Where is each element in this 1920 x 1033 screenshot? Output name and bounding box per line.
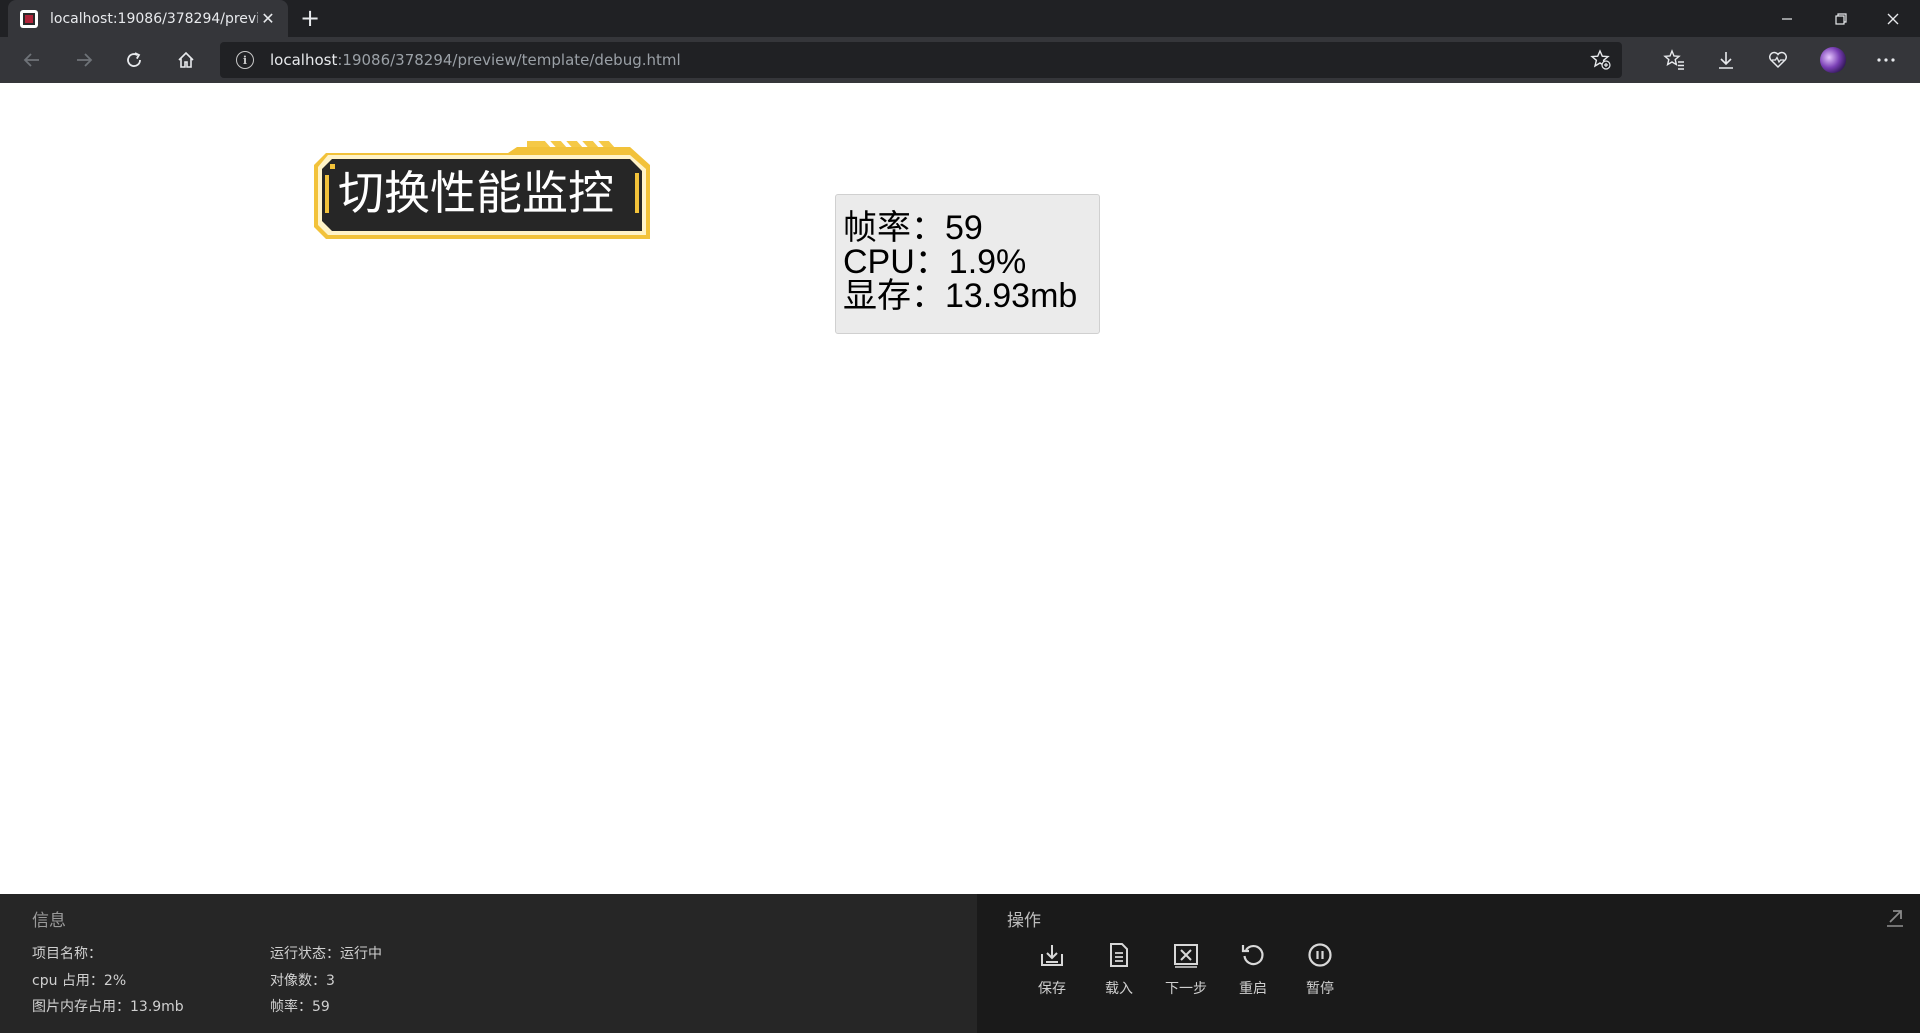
project-name-item: 项目名称： xyxy=(32,946,102,962)
next-step-label: 下一步 xyxy=(1165,981,1207,997)
url-text: localhost:19086/378294/preview/template/… xyxy=(270,51,681,69)
cpu-readout: CPU：1.9% xyxy=(843,243,1027,281)
reload-icon[interactable] xyxy=(118,44,150,76)
file-icon xyxy=(1104,940,1134,970)
new-tab-button[interactable]: + xyxy=(296,4,324,32)
operations-section: 操作 保存 载入 下一步 重启 暂停 xyxy=(977,894,1920,1033)
download-icon xyxy=(1037,940,1067,970)
load-button[interactable]: 载入 xyxy=(1091,940,1147,1000)
perf-monitor-panel: 帧率：59 CPU：1.9% 显存：13.93mb xyxy=(835,194,1100,334)
downloads-icon[interactable] xyxy=(1710,44,1742,76)
pause-label: 暂停 xyxy=(1306,981,1334,997)
fps-item: 帧率：59 xyxy=(270,999,330,1015)
restart-icon xyxy=(1238,940,1268,970)
operations-title: 操作 xyxy=(1007,911,1041,931)
restore-icon[interactable] xyxy=(1814,0,1868,37)
url-host: localhost xyxy=(270,51,338,69)
home-icon[interactable] xyxy=(170,44,202,76)
restart-button[interactable]: 重启 xyxy=(1225,940,1281,1000)
image-memory-item: 图片内存占用：13.9mb xyxy=(32,999,184,1015)
browser-essentials-icon[interactable] xyxy=(1762,44,1794,76)
save-button[interactable]: 保存 xyxy=(1024,940,1080,1000)
fps-readout: 帧率：59 xyxy=(843,209,983,247)
pause-button[interactable]: 暂停 xyxy=(1292,940,1348,1000)
browser-tab-bar: localhost:19086/378294/preview ✕ + xyxy=(0,0,1920,37)
object-count-item: 对像数：3 xyxy=(270,973,335,989)
info-title: 信息 xyxy=(32,911,66,931)
minimize-icon[interactable] xyxy=(1760,0,1814,37)
browser-toolbar: i localhost:19086/378294/preview/templat… xyxy=(0,37,1920,83)
step-box-icon xyxy=(1171,940,1201,970)
url-path: :19086/378294/preview/template/debug.htm… xyxy=(337,51,681,69)
page-content: 切换性能监控 帧率：59 CPU：1.9% 显存：13.93mb xyxy=(0,83,1920,894)
tab-title: localhost:19086/378294/preview xyxy=(50,10,258,27)
address-bar[interactable]: i localhost:19086/378294/preview/templat… xyxy=(220,42,1622,78)
window-close-icon[interactable] xyxy=(1866,0,1920,37)
restart-label: 重启 xyxy=(1239,981,1267,997)
site-info-icon[interactable]: i xyxy=(236,51,254,69)
back-icon[interactable] xyxy=(16,44,48,76)
save-label: 保存 xyxy=(1038,981,1066,997)
pause-circle-icon xyxy=(1305,940,1335,970)
tab-close-icon[interactable]: ✕ xyxy=(258,9,278,28)
browser-tab[interactable]: localhost:19086/378294/preview ✕ xyxy=(8,0,288,37)
profile-avatar[interactable] xyxy=(1817,44,1849,76)
add-favorite-icon[interactable] xyxy=(1590,49,1612,71)
toggle-perf-monitor-label: 切换性能监控 xyxy=(338,166,614,220)
cpu-usage-item: cpu 占用：2% xyxy=(32,973,127,989)
more-menu-icon[interactable] xyxy=(1870,44,1902,76)
vram-readout: 显存：13.93mb xyxy=(843,277,1078,315)
toggle-perf-monitor-button[interactable]: 切换性能监控 xyxy=(312,131,652,239)
site-favicon-icon xyxy=(20,9,38,28)
next-step-button[interactable]: 下一步 xyxy=(1158,940,1214,1000)
info-section: 信息 项目名称： cpu 占用：2% 图片内存占用：13.9mb 运行状态：运行… xyxy=(0,894,977,1033)
forward-icon[interactable] xyxy=(68,44,100,76)
load-label: 载入 xyxy=(1105,981,1133,997)
expand-icon[interactable] xyxy=(1884,906,1906,928)
favorites-icon[interactable] xyxy=(1658,44,1690,76)
debug-panel: 信息 项目名称： cpu 占用：2% 图片内存占用：13.9mb 运行状态：运行… xyxy=(0,894,1920,1033)
run-status-item: 运行状态：运行中 xyxy=(270,946,382,962)
